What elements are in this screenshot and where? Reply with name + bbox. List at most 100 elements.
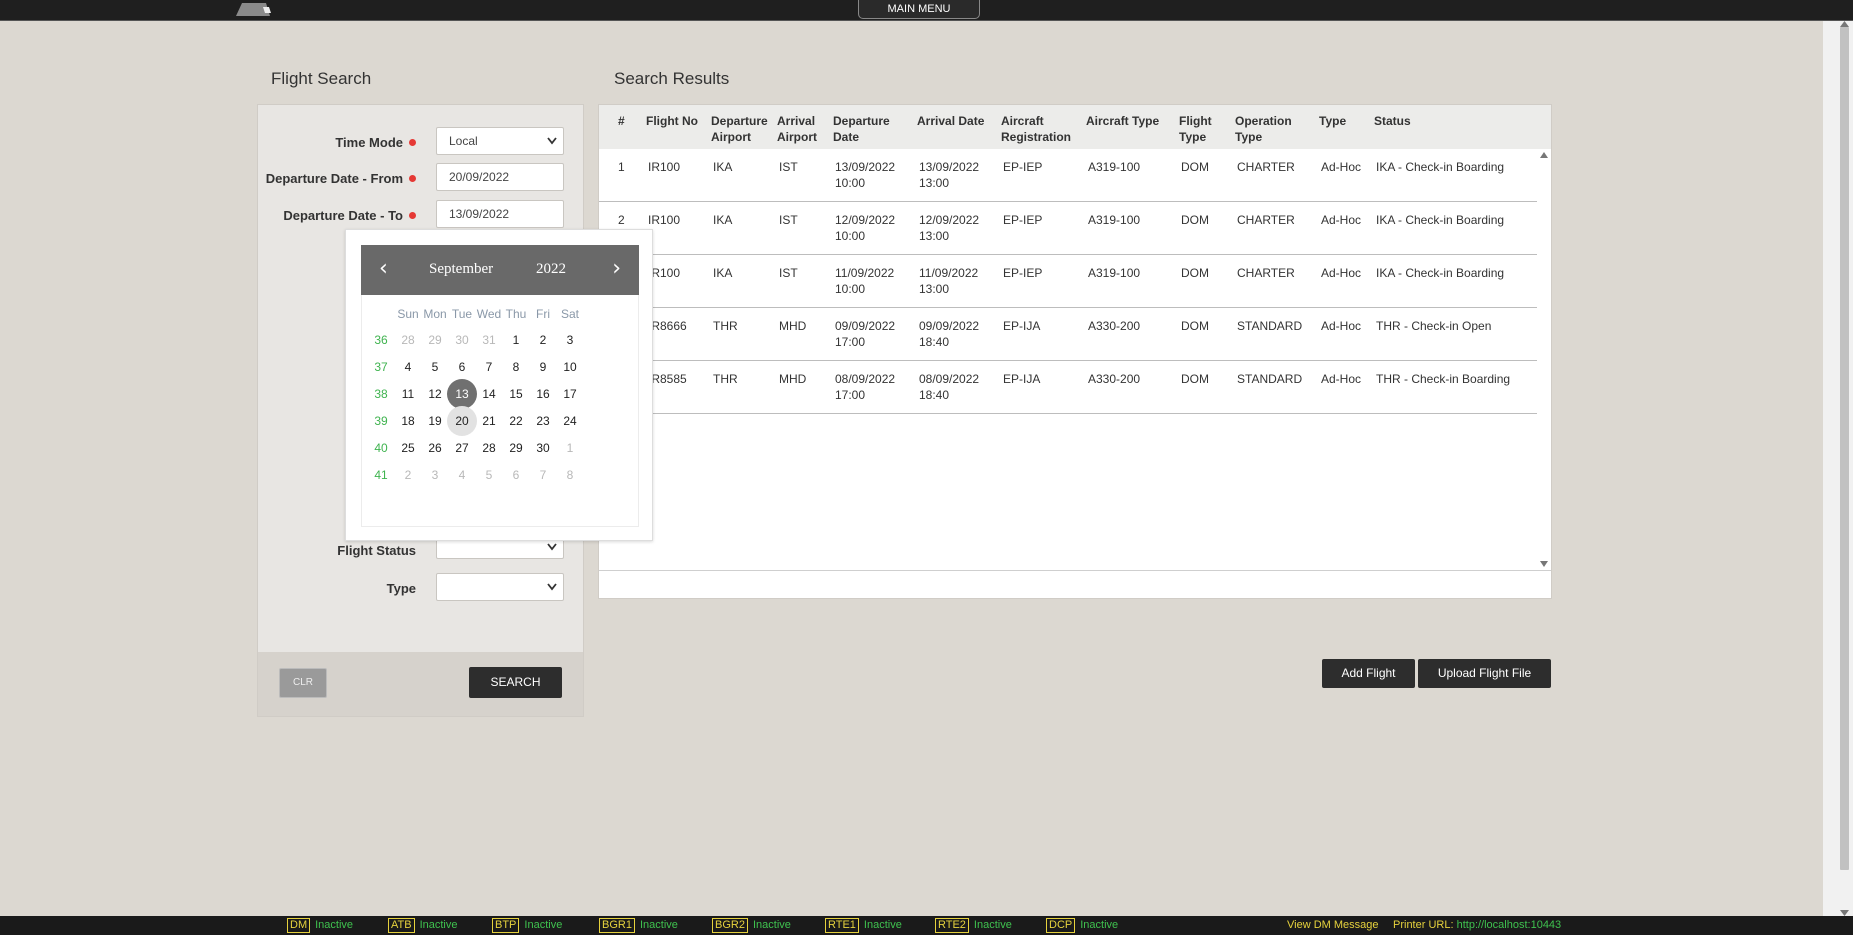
time-mode-select[interactable]: Local xyxy=(436,127,564,155)
table-row[interactable]: 4IR8666THRMHD09/09/2022 17:0009/09/2022 … xyxy=(599,308,1537,361)
cell-arrival-airport: IST xyxy=(779,160,798,174)
week-number: 38 xyxy=(374,387,388,401)
date-picker-day[interactable]: 7 xyxy=(528,460,558,490)
status-value: Inactive xyxy=(419,919,458,931)
date-picker-day[interactable]: 22 xyxy=(501,406,531,436)
date-picker-day[interactable]: 30 xyxy=(447,325,477,355)
date-picker-day[interactable]: 4 xyxy=(447,460,477,490)
date-picker-day[interactable]: 25 xyxy=(393,433,423,463)
date-picker-day[interactable]: 13 xyxy=(447,379,477,409)
table-row[interactable]: 1 IR100 IKA IST 13/09/2022 10:00 13/09/2022 1… xyxy=(599,149,1537,202)
date-picker-day[interactable]: 29 xyxy=(501,433,531,463)
cell-flight-type: DOM xyxy=(1181,266,1209,280)
date-picker-day[interactable]: 5 xyxy=(474,460,504,490)
status-bar: DM Inactive ATB Inactive BTP Inactive BGR1 Inac… xyxy=(0,916,1853,935)
date-picker-day[interactable]: 26 xyxy=(420,433,450,463)
date-picker-day[interactable]: 30 xyxy=(528,433,558,463)
cell-aircraft-registration: EP-IJA xyxy=(1003,319,1041,333)
cell-flight-no: IR8666 xyxy=(648,319,687,333)
cell-flight-no: IR100 xyxy=(648,213,681,227)
status-item[interactable]: DCP Inactive xyxy=(1046,916,1118,935)
date-picker-month[interactable]: September xyxy=(429,261,493,278)
cell-arrival-airport: IST xyxy=(779,266,798,280)
cell-flight-no: IR8585 xyxy=(648,372,687,386)
status-item[interactable]: BGR2 Inactive xyxy=(712,916,791,935)
date-picker-day[interactable]: 6 xyxy=(447,352,477,382)
date-picker-day[interactable]: 1 xyxy=(555,433,585,463)
status-value: Inactive xyxy=(524,919,563,931)
scroll-up-arrow-icon[interactable] xyxy=(1840,21,1849,27)
cell-aircraft-type: A319-100 xyxy=(1088,266,1141,280)
date-picker-day[interactable]: 21 xyxy=(474,406,504,436)
date-picker-day[interactable]: 29 xyxy=(420,325,450,355)
date-picker-day[interactable]: 2 xyxy=(528,325,558,355)
column-header: Departure Airport xyxy=(711,114,768,144)
date-picker-day[interactable]: 19 xyxy=(420,406,450,436)
date-picker-day[interactable]: 5 xyxy=(420,352,450,382)
flight-search-title: Flight Search xyxy=(271,69,372,88)
departure-to-input[interactable]: 13/09/2022 xyxy=(436,200,564,228)
date-picker-day[interactable]: 6 xyxy=(501,460,531,490)
status-item[interactable]: RTE2 Inactive xyxy=(935,916,1012,935)
date-picker-day[interactable]: 27 xyxy=(447,433,477,463)
date-picker-day[interactable]: 16 xyxy=(528,379,558,409)
date-picker-day[interactable]: 3 xyxy=(555,325,585,355)
add-flight-button[interactable]: Add Flight xyxy=(1322,659,1415,688)
date-picker-day[interactable]: 9 xyxy=(528,352,558,382)
date-picker-year[interactable]: 2022 xyxy=(536,261,566,278)
date-picker-day[interactable]: 14 xyxy=(474,379,504,409)
date-picker-day[interactable]: 28 xyxy=(393,325,423,355)
page-scrollbar-thumb[interactable] xyxy=(1840,27,1849,870)
next-month-button[interactable]: › xyxy=(612,257,621,281)
view-dm-message-link[interactable]: View DM Message xyxy=(1287,916,1379,935)
date-picker-day[interactable]: 7 xyxy=(474,352,504,382)
printer-url-link[interactable]: http://localhost:10443 xyxy=(1457,919,1562,931)
scroll-up-arrow-icon[interactable] xyxy=(1540,152,1548,158)
date-picker-day[interactable]: 31 xyxy=(474,325,504,355)
table-row[interactable]: 5IR8585THRMHD08/09/2022 17:0008/09/2022 … xyxy=(599,361,1537,414)
date-picker-day[interactable]: 23 xyxy=(528,406,558,436)
date-picker-day[interactable]: 12 xyxy=(420,379,450,409)
chevron-down-icon xyxy=(547,543,557,551)
date-picker-day[interactable]: 1 xyxy=(501,325,531,355)
main-menu-button[interactable]: MAIN MENU xyxy=(858,0,980,19)
table-scrollbar[interactable] xyxy=(1537,149,1551,570)
upload-flight-file-button[interactable]: Upload Flight File xyxy=(1418,659,1551,688)
column-header: Flight No xyxy=(646,114,698,128)
previous-month-button[interactable]: ‹ xyxy=(379,257,388,281)
status-item[interactable]: DM Inactive xyxy=(287,916,353,935)
status-value: Inactive xyxy=(315,919,354,931)
status-key: BGR1 xyxy=(599,918,635,933)
departure-from-input[interactable]: 20/09/2022 xyxy=(436,163,564,191)
date-picker-day[interactable]: 28 xyxy=(474,433,504,463)
date-picker-day[interactable]: 15 xyxy=(501,379,531,409)
date-picker-day[interactable]: 2 xyxy=(393,460,423,490)
date-picker-day[interactable]: 20 xyxy=(447,406,477,436)
date-picker-day[interactable]: 8 xyxy=(555,460,585,490)
date-picker-day[interactable]: 3 xyxy=(420,460,450,490)
date-picker-day[interactable]: 18 xyxy=(393,406,423,436)
date-picker-day[interactable]: 11 xyxy=(393,379,423,409)
page-scrollbar[interactable] xyxy=(1823,21,1853,916)
date-picker-popup: ‹ September 2022 › Sun Mon Tue Wed Thu Fri Sat… xyxy=(345,229,653,541)
table-row[interactable]: 2 IR100 IKA IST 12/09/2022 10:00 12/09/2022 1… xyxy=(599,202,1537,255)
type-select[interactable] xyxy=(436,573,564,601)
status-item[interactable]: BTP Inactive xyxy=(492,916,562,935)
date-picker-day[interactable]: 10 xyxy=(555,352,585,382)
status-item[interactable]: RTE1 Inactive xyxy=(825,916,902,935)
status-item[interactable]: ATB Inactive xyxy=(388,916,458,935)
date-picker-day[interactable]: 24 xyxy=(555,406,585,436)
column-header: Operation Type xyxy=(1235,114,1292,144)
status-item[interactable]: BGR1 Inactive xyxy=(599,916,678,935)
cell-departure-airport: IKA xyxy=(713,266,733,280)
clear-button[interactable]: CLR xyxy=(279,668,327,698)
search-button[interactable]: SEARCH xyxy=(469,667,562,698)
scroll-down-arrow-icon[interactable] xyxy=(1540,561,1548,567)
date-picker-day[interactable]: 8 xyxy=(501,352,531,382)
departure-from-label: Departure Date - From xyxy=(266,171,416,186)
cell-aircraft-registration: EP-IEP xyxy=(1003,213,1043,227)
cell-arrival-airport: IST xyxy=(779,213,798,227)
date-picker-day[interactable]: 17 xyxy=(555,379,585,409)
table-row[interactable]: 3IR100IKAIST11/09/2022 10:0011/09/2022 1… xyxy=(599,255,1537,308)
date-picker-day[interactable]: 4 xyxy=(393,352,423,382)
